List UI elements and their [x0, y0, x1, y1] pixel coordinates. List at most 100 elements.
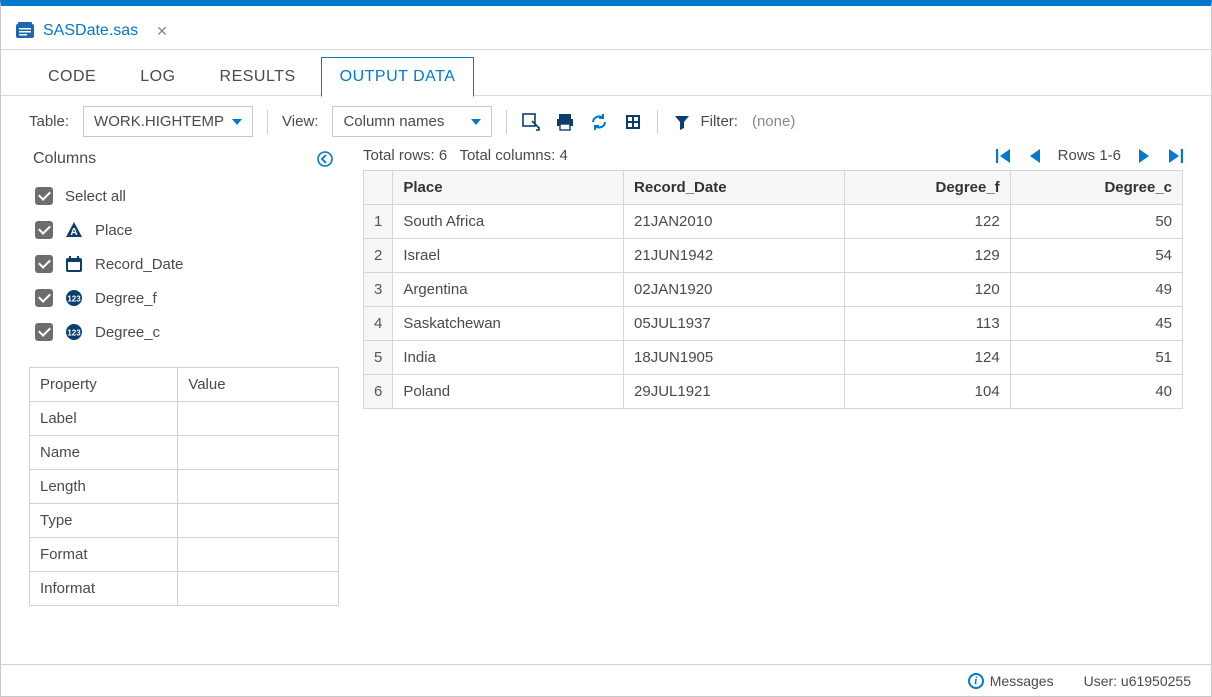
- cell-place[interactable]: Poland: [393, 375, 624, 409]
- cell-record-date[interactable]: 21JAN2010: [624, 205, 845, 239]
- cell-record-date[interactable]: 21JUN1942: [624, 239, 845, 273]
- collapse-panel-icon[interactable]: [315, 149, 335, 169]
- date-type-icon: [65, 255, 83, 273]
- table-row[interactable]: 3 Argentina 02JAN1920 120 49: [364, 273, 1183, 307]
- status-bar: i Messages User: u61950255: [1, 664, 1211, 696]
- checkbox-icon[interactable]: [35, 289, 53, 307]
- col-header-record-date[interactable]: Record_Date: [624, 171, 845, 205]
- svg-text:A: A: [70, 227, 77, 238]
- view-dropdown-value: Column names: [343, 113, 444, 130]
- tab-code[interactable]: CODE: [29, 57, 115, 96]
- tab-log[interactable]: LOG: [121, 57, 194, 96]
- first-page-icon[interactable]: [996, 149, 1012, 163]
- col-header-degree-c[interactable]: Degree_c: [1010, 171, 1182, 205]
- table-dropdown[interactable]: WORK.HIGHTEMP: [83, 106, 253, 137]
- close-icon[interactable]: ✕: [156, 23, 168, 40]
- prop-value: [178, 436, 339, 470]
- cell-degree-f[interactable]: 104: [844, 375, 1010, 409]
- row-index: 6: [364, 375, 393, 409]
- cell-place[interactable]: Argentina: [393, 273, 624, 307]
- view-label: View:: [282, 113, 318, 130]
- total-cols-label: Total columns: 4: [459, 147, 567, 164]
- messages-button[interactable]: i Messages: [968, 673, 1054, 689]
- col-header-degree-f[interactable]: Degree_f: [844, 171, 1010, 205]
- cell-place[interactable]: South Africa: [393, 205, 624, 239]
- last-page-icon[interactable]: [1167, 149, 1183, 163]
- cell-degree-f[interactable]: 113: [844, 307, 1010, 341]
- data-table[interactable]: Place Record_Date Degree_f Degree_c 1 So…: [363, 170, 1183, 409]
- table-row[interactable]: 2 Israel 21JUN1942 129 54: [364, 239, 1183, 273]
- cell-degree-f[interactable]: 124: [844, 341, 1010, 375]
- column-item[interactable]: Record_Date: [33, 247, 339, 281]
- checkbox-icon[interactable]: [35, 323, 53, 341]
- table-label: Table:: [29, 113, 69, 130]
- cell-degree-c[interactable]: 40: [1010, 375, 1182, 409]
- messages-label: Messages: [990, 673, 1054, 689]
- column-item[interactable]: A Place: [33, 213, 339, 247]
- file-tab[interactable]: SASDate.sas ✕: [9, 15, 180, 49]
- columns-panel-header: Columns: [29, 147, 339, 179]
- cell-degree-c[interactable]: 49: [1010, 273, 1182, 307]
- cell-degree-c[interactable]: 45: [1010, 307, 1182, 341]
- cell-place[interactable]: Saskatchewan: [393, 307, 624, 341]
- select-all-label: Select all: [65, 188, 126, 205]
- table-row[interactable]: 4 Saskatchewan 05JUL1937 113 45: [364, 307, 1183, 341]
- row-index-header: [364, 171, 393, 205]
- cell-degree-f[interactable]: 129: [844, 239, 1010, 273]
- view-dropdown[interactable]: Column names: [332, 106, 492, 137]
- cell-record-date[interactable]: 05JUL1937: [624, 307, 845, 341]
- checkbox-icon[interactable]: [35, 221, 53, 239]
- numeric-type-icon: 123: [65, 289, 83, 307]
- prop-row-label: Informat: [30, 572, 178, 606]
- user-label: User: u61950255: [1084, 673, 1191, 689]
- table-body: 1 South Africa 21JAN2010 122 50 2 Israel…: [364, 205, 1183, 409]
- column-label: Place: [95, 222, 133, 239]
- row-index: 5: [364, 341, 393, 375]
- prop-row-label: Label: [30, 402, 178, 436]
- app-window: SASDate.sas ✕ CODE LOG RESULTS OUTPUT DA…: [0, 0, 1212, 697]
- col-header-place[interactable]: Place: [393, 171, 624, 205]
- filter-value: (none): [752, 113, 795, 130]
- cell-record-date[interactable]: 18JUN1905: [624, 341, 845, 375]
- row-index: 4: [364, 307, 393, 341]
- table-row[interactable]: 6 Poland 29JUL1921 104 40: [364, 375, 1183, 409]
- filter-icon[interactable]: [672, 112, 692, 132]
- prop-value: [178, 572, 339, 606]
- table-row[interactable]: 5 India 18JUN1905 124 51: [364, 341, 1183, 375]
- cell-degree-f[interactable]: 120: [844, 273, 1010, 307]
- cell-degree-f[interactable]: 122: [844, 205, 1010, 239]
- prop-row-label: Name: [30, 436, 178, 470]
- numeric-type-icon: 123: [65, 323, 83, 341]
- prop-row-label: Length: [30, 470, 178, 504]
- prev-page-icon[interactable]: [1028, 149, 1042, 163]
- checkbox-icon[interactable]: [35, 187, 53, 205]
- checkbox-icon[interactable]: [35, 255, 53, 273]
- open-table-icon[interactable]: [521, 112, 541, 132]
- cell-place[interactable]: India: [393, 341, 624, 375]
- columns-list: Select all A Place Record_Date: [29, 179, 339, 349]
- subtab-strip: CODE LOG RESULTS OUTPUT DATA: [1, 50, 1211, 96]
- cell-place[interactable]: Israel: [393, 239, 624, 273]
- char-type-icon: A: [65, 221, 83, 239]
- tab-results[interactable]: RESULTS: [201, 57, 315, 96]
- refresh-icon[interactable]: [589, 112, 609, 132]
- cell-record-date[interactable]: 29JUL1921: [624, 375, 845, 409]
- cell-degree-c[interactable]: 51: [1010, 341, 1182, 375]
- file-tab-strip: SASDate.sas ✕: [1, 6, 1211, 50]
- export-icon[interactable]: [623, 112, 643, 132]
- cell-degree-c[interactable]: 54: [1010, 239, 1182, 273]
- cell-degree-c[interactable]: 50: [1010, 205, 1182, 239]
- column-item[interactable]: 123 Degree_c: [33, 315, 339, 349]
- file-tab-label: SASDate.sas: [43, 22, 138, 40]
- print-icon[interactable]: [555, 112, 575, 132]
- table-row[interactable]: 1 South Africa 21JAN2010 122 50: [364, 205, 1183, 239]
- prop-header-value: Value: [178, 368, 339, 402]
- tab-output-data[interactable]: OUTPUT DATA: [321, 57, 475, 97]
- cell-record-date[interactable]: 02JAN1920: [624, 273, 845, 307]
- column-item[interactable]: 123 Degree_f: [33, 281, 339, 315]
- table-dropdown-value: WORK.HIGHTEMP: [94, 113, 224, 130]
- next-page-icon[interactable]: [1137, 149, 1151, 163]
- column-label: Record_Date: [95, 256, 183, 273]
- row-index: 1: [364, 205, 393, 239]
- select-all-row[interactable]: Select all: [33, 179, 339, 213]
